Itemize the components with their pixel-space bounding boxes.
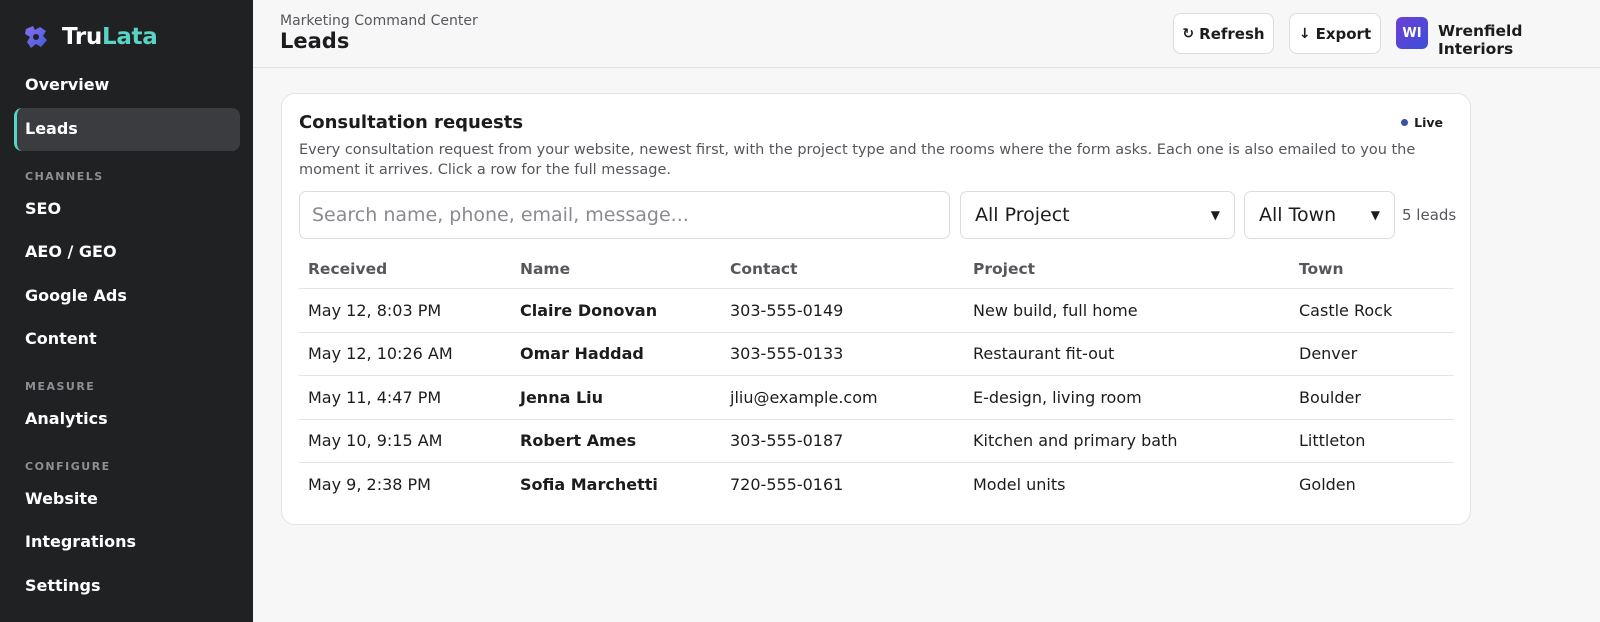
sidebar-item-overview[interactable]: Overview xyxy=(25,71,109,99)
sidebar-item-google-ads[interactable]: Google Ads xyxy=(25,282,127,310)
avatar[interactable]: WI xyxy=(1396,17,1428,49)
column-header-received[interactable]: Received xyxy=(308,251,387,288)
search-input[interactable] xyxy=(299,191,950,239)
table-row[interactable]: May 9, 2:38 PM Sofia Marchetti 720-555-0… xyxy=(299,463,1454,507)
town-filter-value: All Town xyxy=(1259,204,1337,226)
breadcrumb: Marketing Command Center xyxy=(280,13,478,29)
card-title: Consultation requests xyxy=(299,112,524,133)
cell-name: Robert Ames xyxy=(520,431,637,451)
cell-name: Claire Donovan xyxy=(520,300,658,320)
arrow-down-icon: ↓ xyxy=(1298,25,1311,42)
top-header: Marketing Command Center Leads ↻ Refresh… xyxy=(253,0,1600,68)
sidebar-item-aeo-geo[interactable]: AEO / GEO xyxy=(25,238,117,266)
cell-received: May 9, 2:38 PM xyxy=(308,475,431,495)
sidebar-item-website[interactable]: Website xyxy=(25,485,98,513)
brand-name: TruLata xyxy=(62,24,158,50)
brand-logo[interactable]: TruLata xyxy=(22,22,158,52)
live-dot-icon xyxy=(1401,119,1409,126)
card-description: Every consultation request from your web… xyxy=(299,142,1416,178)
cell-project: Restaurant fit-out xyxy=(973,344,1115,364)
cell-received: May 10, 9:15 AM xyxy=(308,431,443,451)
column-header-name[interactable]: Name xyxy=(520,251,570,288)
table-row[interactable]: May 12, 8:03 PM Claire Donovan 303-555-0… xyxy=(299,289,1454,333)
chevron-down-icon: ▼ xyxy=(1370,208,1380,222)
cell-contact: 303-555-0133 xyxy=(730,344,844,364)
table-row[interactable]: May 10, 9:15 AM Robert Ames 303-555-0187… xyxy=(299,420,1454,463)
table-row[interactable]: May 11, 4:47 PM Jenna Liu jliu@example.c… xyxy=(299,376,1454,420)
sidebar-item-seo[interactable]: SEO xyxy=(25,195,61,223)
export-button[interactable]: ↓ Export xyxy=(1289,13,1381,54)
cell-name: Sofia Marchetti xyxy=(520,475,658,495)
cell-project: Model units xyxy=(973,475,1066,495)
lead-count: 5 leads xyxy=(1402,206,1457,224)
live-label: Live xyxy=(1414,115,1443,130)
org-name[interactable]: Wrenfield Interiors xyxy=(1438,22,1600,58)
section-label-measure: MEASURE xyxy=(25,380,96,393)
refresh-label: Refresh xyxy=(1199,24,1265,43)
cell-project: New build, full home xyxy=(973,300,1138,320)
cell-town: Castle Rock xyxy=(1299,300,1393,320)
cell-project: Kitchen and primary bath xyxy=(973,431,1178,451)
sidebar-item-settings[interactable]: Settings xyxy=(25,572,101,600)
section-label-configure: CONFIGURE xyxy=(25,460,111,473)
page-title: Leads xyxy=(280,29,350,53)
cell-town: Golden xyxy=(1299,475,1356,495)
sidebar-item-leads[interactable]: Leads xyxy=(25,115,78,143)
table-header-row: Received Name Contact Project Town xyxy=(299,251,1454,289)
sidebar: TruLata Overview Leads CHANNELS SEO AEO … xyxy=(0,0,253,622)
cell-received: May 11, 4:47 PM xyxy=(308,387,442,407)
cell-town: Boulder xyxy=(1299,387,1361,407)
town-filter-select[interactable]: All Town ▼ xyxy=(1244,191,1395,239)
project-filter-select[interactable]: All Project ▼ xyxy=(960,191,1235,239)
section-label-channels: CHANNELS xyxy=(25,170,104,183)
sidebar-item-content[interactable]: Content xyxy=(25,325,97,353)
cell-project: E-design, living room xyxy=(973,387,1142,407)
chevron-down-icon: ▼ xyxy=(1210,208,1220,222)
refresh-button[interactable]: ↻ Refresh xyxy=(1173,13,1274,54)
leads-table: Received Name Contact Project Town May 1… xyxy=(299,251,1454,507)
cell-contact: 720-555-0161 xyxy=(730,475,844,495)
leads-card: Consultation requests Live Every consult… xyxy=(281,93,1471,525)
puzzle-logo-icon xyxy=(22,23,50,51)
cell-received: May 12, 10:26 AM xyxy=(308,344,453,364)
cell-contact: jliu@example.com xyxy=(730,387,878,407)
table-row[interactable]: May 12, 10:26 AM Omar Haddad 303-555-013… xyxy=(299,333,1454,376)
column-header-project[interactable]: Project xyxy=(973,251,1035,288)
cell-town: Denver xyxy=(1299,344,1358,364)
column-header-contact[interactable]: Contact xyxy=(730,251,798,288)
export-label: Export xyxy=(1315,24,1372,43)
column-header-town[interactable]: Town xyxy=(1299,251,1344,288)
sidebar-item-analytics[interactable]: Analytics xyxy=(25,405,108,433)
refresh-icon: ↻ xyxy=(1182,25,1195,42)
cell-contact: 303-555-0149 xyxy=(730,300,844,320)
cell-contact: 303-555-0187 xyxy=(730,431,844,451)
cell-name: Jenna Liu xyxy=(520,387,604,407)
project-filter-value: All Project xyxy=(975,204,1070,226)
cell-name: Omar Haddad xyxy=(520,344,644,364)
sidebar-item-integrations[interactable]: Integrations xyxy=(25,528,136,556)
live-badge: Live xyxy=(1401,115,1443,130)
cell-town: Littleton xyxy=(1299,431,1366,451)
cell-received: May 12, 8:03 PM xyxy=(308,300,442,320)
